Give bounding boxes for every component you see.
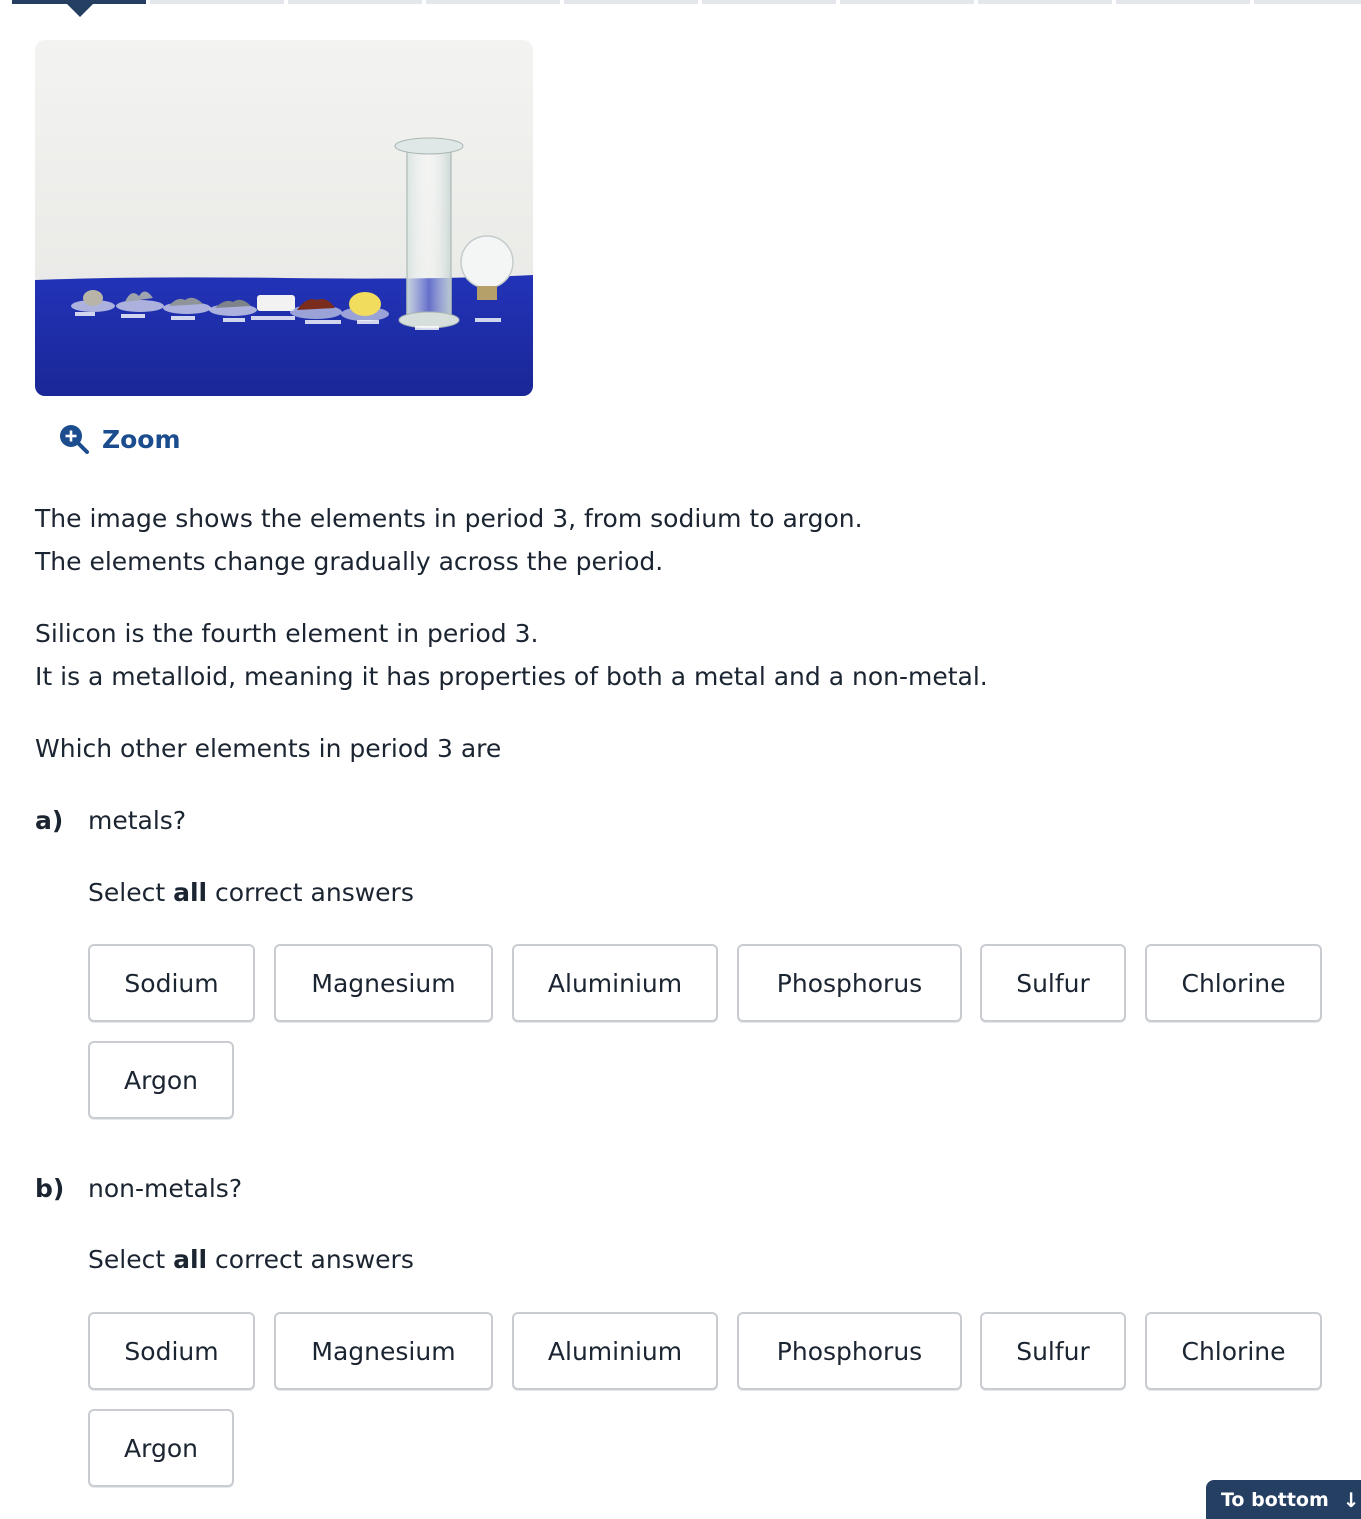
question-text: Which other elements in period 3 are	[35, 734, 502, 763]
part-a-option-aluminium[interactable]: Aluminium	[512, 944, 718, 1022]
progress-bar	[0, 0, 1361, 17]
part-b-option-chlorine[interactable]: Chlorine	[1145, 1312, 1322, 1390]
progress-segment	[564, 0, 698, 4]
part-b-option-sodium[interactable]: Sodium	[88, 1312, 255, 1390]
progress-segment	[978, 0, 1112, 4]
zoom-in-icon	[58, 423, 90, 455]
part-a-option-argon[interactable]: Argon	[88, 1041, 234, 1119]
zoom-label: Zoom	[102, 424, 181, 454]
intro-line: The image shows the elements in period 3…	[35, 504, 863, 533]
part-b-option-argon[interactable]: Argon	[88, 1409, 234, 1487]
context-line: Silicon is the fourth element in period …	[35, 619, 539, 648]
context-line: It is a metalloid, meaning it has proper…	[35, 662, 988, 691]
part-a-letter: a)	[35, 806, 64, 835]
progress-segment	[840, 0, 974, 4]
progress-segment	[1116, 0, 1250, 4]
part-a-question: metals?	[88, 806, 187, 835]
part-a-option-chlorine[interactable]: Chlorine	[1145, 944, 1322, 1022]
part-a-instruction: Select all correct answers	[88, 878, 414, 907]
part-b-option-magnesium[interactable]: Magnesium	[274, 1312, 493, 1390]
part-b-instruction: Select all correct answers	[88, 1245, 414, 1274]
part-a-option-sodium[interactable]: Sodium	[88, 944, 255, 1022]
zoom-button[interactable]: Zoom	[58, 422, 181, 456]
part-b-question: non-metals?	[88, 1174, 243, 1203]
period-3-elements-photo[interactable]	[35, 40, 533, 396]
arrow-down-icon: ↓	[1342, 1487, 1360, 1512]
progress-segment	[426, 0, 560, 4]
progress-segment	[150, 0, 284, 4]
to-bottom-button[interactable]: To bottom ↓	[1206, 1480, 1361, 1519]
part-b-option-phosphorus[interactable]: Phosphorus	[737, 1312, 962, 1390]
part-b-letter: b)	[35, 1174, 65, 1203]
part-b-option-aluminium[interactable]: Aluminium	[512, 1312, 718, 1390]
part-b-option-sulfur[interactable]: Sulfur	[980, 1312, 1126, 1390]
progress-segment	[288, 0, 422, 4]
intro-line: The elements change gradually across the…	[35, 547, 664, 576]
progress-segment	[702, 0, 836, 4]
progress-segment	[1254, 0, 1361, 4]
progress-pointer	[66, 3, 94, 17]
part-a-option-sulfur[interactable]: Sulfur	[980, 944, 1126, 1022]
part-a-option-magnesium[interactable]: Magnesium	[274, 944, 493, 1022]
part-a-option-phosphorus[interactable]: Phosphorus	[737, 944, 962, 1022]
to-bottom-label: To bottom	[1221, 1488, 1329, 1511]
